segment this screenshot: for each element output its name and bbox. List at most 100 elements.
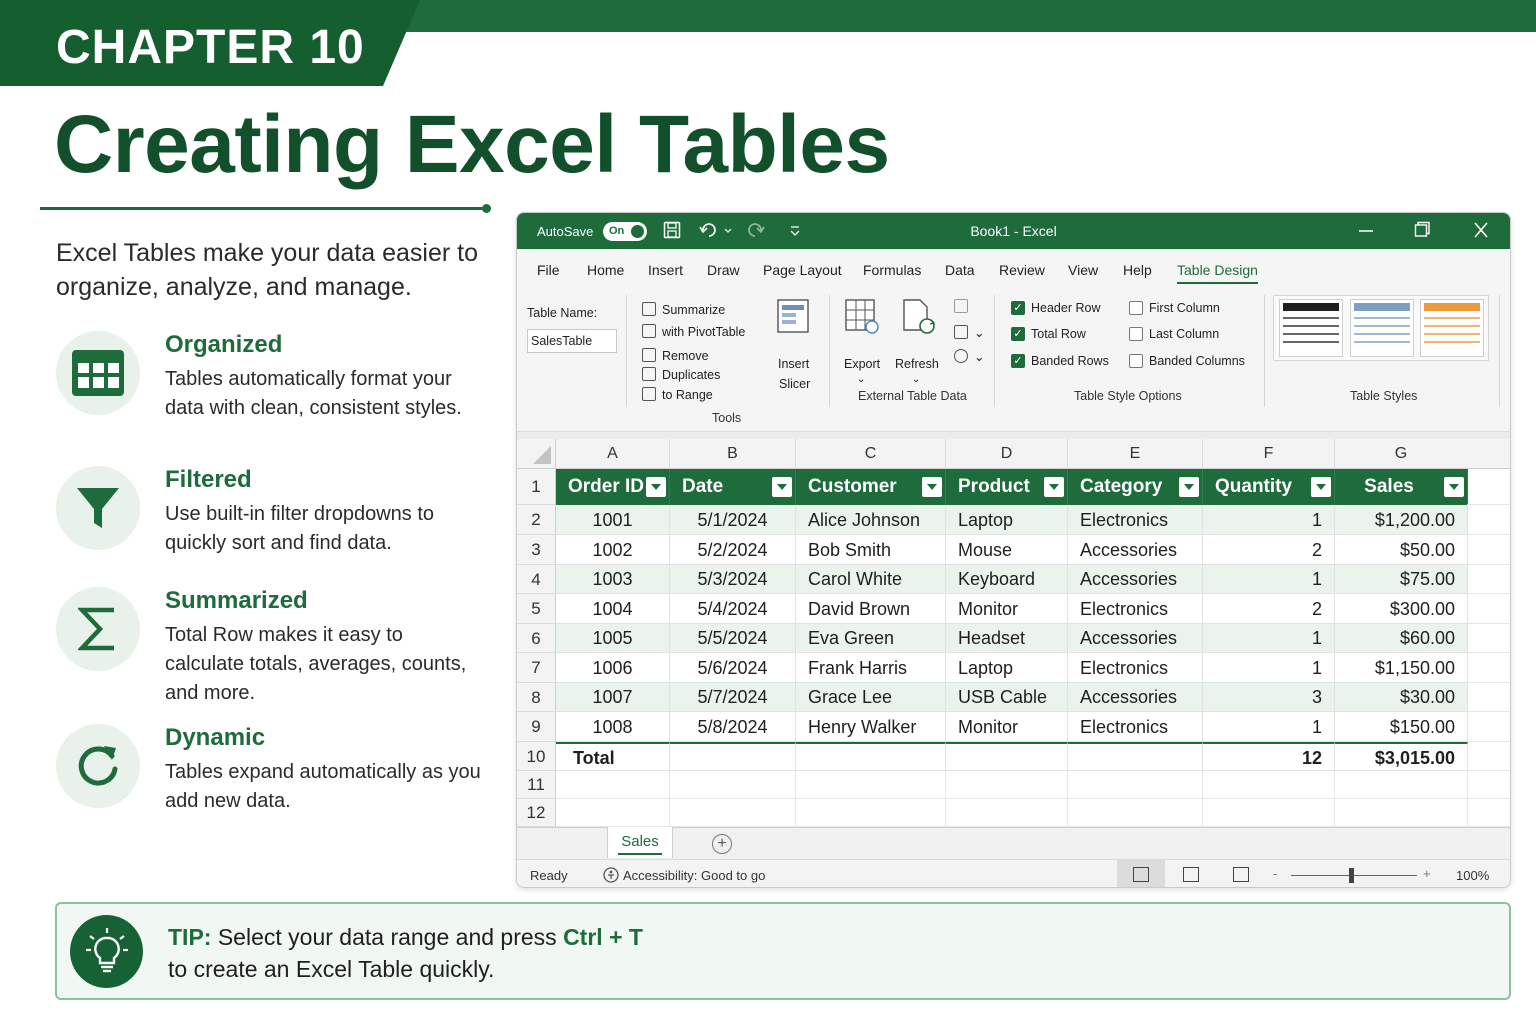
table-cell[interactable]: Laptop: [946, 505, 1068, 535]
empty-cell[interactable]: [1203, 771, 1335, 799]
table-header-cell[interactable]: Sales: [1335, 469, 1468, 505]
table-cell[interactable]: 1: [1203, 712, 1335, 742]
row-header[interactable]: 1: [517, 469, 556, 505]
tab-draw[interactable]: Draw: [707, 262, 740, 278]
empty-cell[interactable]: [1467, 469, 1510, 505]
row-header[interactable]: 6: [517, 624, 556, 653]
table-cell[interactable]: Electronics: [1068, 594, 1203, 624]
column-header[interactable]: A: [556, 439, 670, 469]
table-header-cell[interactable]: Date: [670, 469, 796, 505]
empty-cell[interactable]: [1467, 594, 1510, 624]
empty-cell[interactable]: [1467, 565, 1510, 594]
table-cell[interactable]: 5/6/2024: [670, 653, 796, 683]
empty-cell[interactable]: [1467, 771, 1510, 799]
table-cell[interactable]: Headset: [946, 624, 1068, 653]
insert-slicer-icon[interactable]: [777, 299, 811, 338]
table-cell[interactable]: $300.00: [1335, 594, 1468, 624]
table-cell[interactable]: 5/3/2024: [670, 565, 796, 594]
column-header[interactable]: E: [1068, 439, 1203, 469]
table-cell[interactable]: 1002: [556, 535, 670, 565]
table-header-cell[interactable]: Product: [946, 469, 1068, 505]
empty-cell[interactable]: [946, 771, 1068, 799]
row-header[interactable]: 7: [517, 653, 556, 683]
table-cell[interactable]: Henry Walker: [796, 712, 946, 742]
table-cell[interactable]: Electronics: [1068, 505, 1203, 535]
table-style-dark[interactable]: [1279, 299, 1343, 357]
convert-to-range-button[interactable]: to Range: [642, 387, 713, 402]
empty-cell[interactable]: [556, 771, 670, 799]
total-row-cell[interactable]: $3,015.00: [1335, 742, 1468, 771]
table-cell[interactable]: 1: [1203, 624, 1335, 653]
table-cell[interactable]: Eva Green: [796, 624, 946, 653]
slicer-label[interactable]: Slicer: [779, 377, 810, 391]
zoom-out-icon[interactable]: -: [1273, 866, 1277, 881]
table-cell[interactable]: $1,200.00: [1335, 505, 1468, 535]
table-name-input[interactable]: SalesTable: [527, 329, 617, 353]
table-cell[interactable]: 1: [1203, 565, 1335, 594]
zoom-in-icon[interactable]: +: [1423, 866, 1431, 881]
row-header[interactable]: 9: [517, 712, 556, 742]
table-cell[interactable]: Bob Smith: [796, 535, 946, 565]
table-header-cell[interactable]: Order ID: [556, 469, 670, 505]
table-cell[interactable]: Accessories: [1068, 624, 1203, 653]
page-layout-view-icon[interactable]: [1167, 860, 1215, 887]
filter-dropdown-button[interactable]: [1179, 477, 1199, 497]
export-icon[interactable]: [845, 299, 879, 338]
empty-cell[interactable]: [670, 799, 796, 827]
table-cell[interactable]: 1003: [556, 565, 670, 594]
filter-dropdown-button[interactable]: [1311, 477, 1331, 497]
table-cell[interactable]: USB Cable: [946, 683, 1068, 712]
empty-cell[interactable]: [1467, 535, 1510, 565]
accessibility-icon[interactable]: [602, 866, 620, 887]
table-style-blue[interactable]: [1350, 299, 1414, 357]
table-cell[interactable]: 1007: [556, 683, 670, 712]
column-header[interactable]: B: [670, 439, 796, 469]
tab-help[interactable]: Help: [1123, 262, 1152, 278]
empty-cell[interactable]: [1467, 712, 1510, 742]
empty-cell[interactable]: [556, 799, 670, 827]
normal-view-icon[interactable]: [1117, 860, 1165, 887]
table-cell[interactable]: Carol White: [796, 565, 946, 594]
row-header[interactable]: 4: [517, 565, 556, 594]
table-cell[interactable]: 1: [1203, 505, 1335, 535]
zoom-slider-thumb[interactable]: [1349, 868, 1354, 883]
filter-dropdown-button[interactable]: [646, 477, 666, 497]
total-row-checkbox[interactable]: ✓: [1011, 327, 1025, 341]
filter-dropdown-button[interactable]: [922, 477, 942, 497]
table-cell[interactable]: Monitor: [946, 594, 1068, 624]
table-cell[interactable]: Electronics: [1068, 653, 1203, 683]
empty-cell[interactable]: [1068, 799, 1203, 827]
filter-dropdown-button[interactable]: [1444, 477, 1464, 497]
sheet-tab-sales[interactable]: Sales: [607, 827, 673, 858]
table-cell[interactable]: $60.00: [1335, 624, 1468, 653]
properties-icon[interactable]: [954, 299, 974, 314]
table-cell[interactable]: 3: [1203, 683, 1335, 712]
empty-cell[interactable]: [1335, 771, 1468, 799]
table-cell[interactable]: 2: [1203, 594, 1335, 624]
empty-cell[interactable]: [1467, 653, 1510, 683]
table-cell[interactable]: Alice Johnson: [796, 505, 946, 535]
summarize-pivot-button[interactable]: Summarize: [642, 302, 725, 317]
zoom-slider[interactable]: [1291, 875, 1417, 876]
table-cell[interactable]: $75.00: [1335, 565, 1468, 594]
first-column-checkbox[interactable]: [1129, 301, 1143, 315]
empty-cell[interactable]: [1467, 799, 1510, 827]
row-header[interactable]: 2: [517, 505, 556, 535]
total-row-cell[interactable]: [796, 742, 946, 771]
table-cell[interactable]: Electronics: [1068, 712, 1203, 742]
table-cell[interactable]: $50.00: [1335, 535, 1468, 565]
header-row-checkbox[interactable]: ✓: [1011, 301, 1025, 315]
table-cell[interactable]: 5/7/2024: [670, 683, 796, 712]
empty-cell[interactable]: [796, 771, 946, 799]
remove-duplicates-button[interactable]: Remove: [642, 348, 709, 363]
table-cell[interactable]: Mouse: [946, 535, 1068, 565]
unlink-icon[interactable]: ⌄: [954, 349, 984, 364]
total-row-cell[interactable]: [670, 742, 796, 771]
row-header[interactable]: 12: [517, 799, 556, 827]
tab-table-design[interactable]: Table Design: [1177, 262, 1258, 284]
banded-rows-checkbox[interactable]: ✓: [1011, 354, 1025, 368]
table-header-cell[interactable]: Customer: [796, 469, 946, 505]
table-cell[interactable]: Monitor: [946, 712, 1068, 742]
table-cell[interactable]: 1001: [556, 505, 670, 535]
accessibility-status[interactable]: Accessibility: Good to go: [623, 868, 765, 883]
